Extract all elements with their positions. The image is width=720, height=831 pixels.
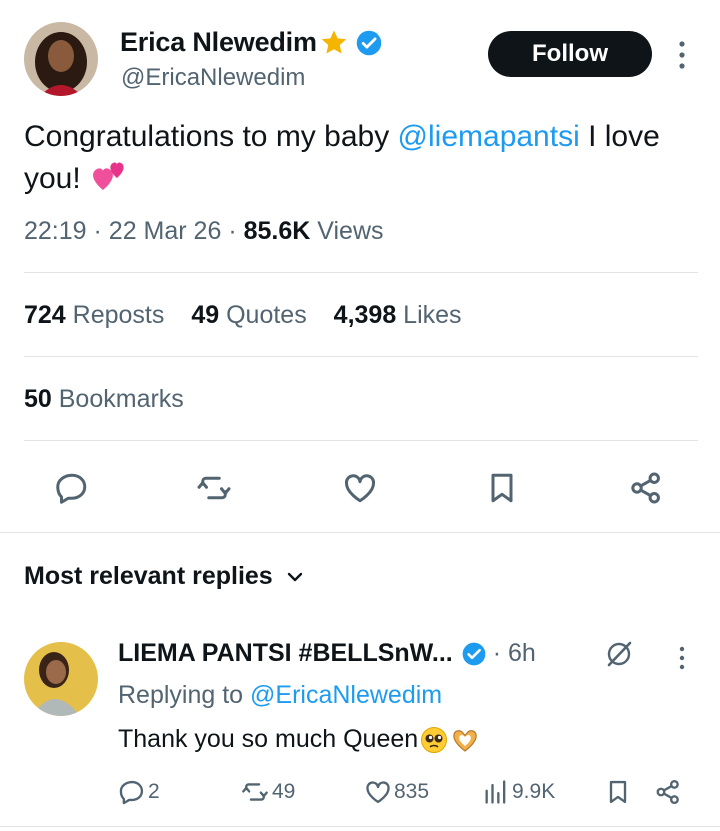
like-count: 835 [394, 780, 430, 803]
share-icon [656, 779, 679, 805]
share-icon[interactable] [628, 470, 664, 506]
views-count: 85.6K [243, 217, 311, 245]
repost-icon [242, 783, 268, 801]
replies-sort-dropdown[interactable]: Most relevant replies [24, 562, 305, 591]
like-icon[interactable] [342, 470, 378, 506]
repost-count: 49 [272, 780, 296, 803]
grok-icon[interactable] [604, 639, 634, 669]
replies-header-label: Most relevant replies [24, 562, 273, 590]
divider [24, 356, 698, 357]
replying-to-prefix: Replying to [118, 681, 251, 709]
reply-repost-action[interactable]: 49 [240, 776, 295, 808]
views-icon [485, 780, 506, 804]
meta-separator: · [93, 217, 109, 245]
likes-label: Likes [396, 301, 462, 329]
likes-count: 4,398 [333, 301, 397, 329]
bookmark-icon[interactable] [484, 470, 520, 506]
author-handle[interactable]: @EricaNlewedim [121, 64, 305, 92]
reply-reply-action[interactable]: 2 [118, 776, 160, 808]
quotes-count: 49 [191, 301, 220, 329]
reposts-count: 724 [24, 301, 66, 329]
divider [24, 272, 698, 273]
tweet-text-start: Congratulations to my baby [24, 120, 398, 153]
more-options-icon[interactable] [672, 38, 692, 72]
reply-bookmark-action[interactable] [604, 776, 632, 808]
reposts-label: Reposts [65, 301, 165, 329]
engagement-stats: 724 Reposts 49 Quotes 4,398 Likes [24, 301, 482, 330]
reply-icon [119, 780, 144, 805]
reply-share-action[interactable] [654, 776, 682, 808]
divider [0, 532, 720, 533]
reply-author[interactable]: LIEMA PANTSI #BELLSnW... · 6h [118, 639, 536, 668]
author-name-text: Erica Nlewedim [120, 27, 317, 57]
reply-icon[interactable] [54, 470, 90, 506]
views-label: Views [310, 217, 384, 245]
likes-stat[interactable]: 4,398 Likes [334, 301, 462, 329]
replying-to: Replying to @EricaNlewedim [118, 681, 442, 710]
reply-views-action[interactable]: 9.9K [482, 776, 555, 808]
two-hearts-emoji [93, 162, 124, 190]
reply-text-content: Thank you so much Queen [118, 725, 419, 753]
bookmarks-count: 50 [24, 385, 52, 413]
tweet-date[interactable]: 22 Mar 26 [109, 217, 222, 245]
verified-icon [462, 642, 486, 665]
author-avatar[interactable] [24, 22, 98, 96]
reposts-stat[interactable]: 724 Reposts [24, 301, 164, 329]
like-icon [366, 781, 390, 804]
heart-hands-emoji [453, 729, 477, 752]
view-count: 9.9K [512, 780, 556, 803]
reply-text: Thank you so much Queen [118, 725, 480, 754]
author-name[interactable]: Erica Nlewedim [120, 27, 383, 58]
reply-author-name: LIEMA PANTSI #BELLSnW... [118, 639, 453, 667]
quotes-stat[interactable]: 49 Quotes [191, 301, 306, 329]
pleading-face-emoji [421, 726, 448, 753]
bookmarks-label: Bookmarks [51, 385, 184, 413]
bookmarks-stat[interactable]: 50 Bookmarks [24, 385, 184, 414]
tweet-text: Congratulations to my baby @liemapantsi … [24, 116, 704, 200]
repost-icon[interactable] [196, 470, 232, 506]
quotes-label: Quotes [219, 301, 307, 329]
reply-count: 2 [148, 780, 160, 803]
star-icon [321, 30, 347, 53]
reply-like-action[interactable]: 835 [364, 776, 429, 808]
reply-avatar[interactable] [24, 642, 98, 716]
replying-to-link[interactable]: @EricaNlewedim [250, 681, 442, 709]
verified-icon [356, 30, 382, 55]
mention-link[interactable]: @liemapantsi [398, 120, 580, 153]
meta-separator: · [228, 217, 244, 245]
follow-button[interactable]: Follow [488, 31, 652, 77]
divider [0, 826, 720, 827]
bookmark-icon [609, 780, 627, 804]
tweet-meta: 22:19 · 22 Mar 26 · 85.6K Views [24, 217, 384, 246]
tweet-time[interactable]: 22:19 [24, 217, 87, 245]
chevron-down-icon [287, 572, 302, 581]
reply-time[interactable]: · 6h [493, 639, 536, 668]
divider [24, 440, 698, 441]
more-options-icon[interactable] [674, 644, 690, 672]
